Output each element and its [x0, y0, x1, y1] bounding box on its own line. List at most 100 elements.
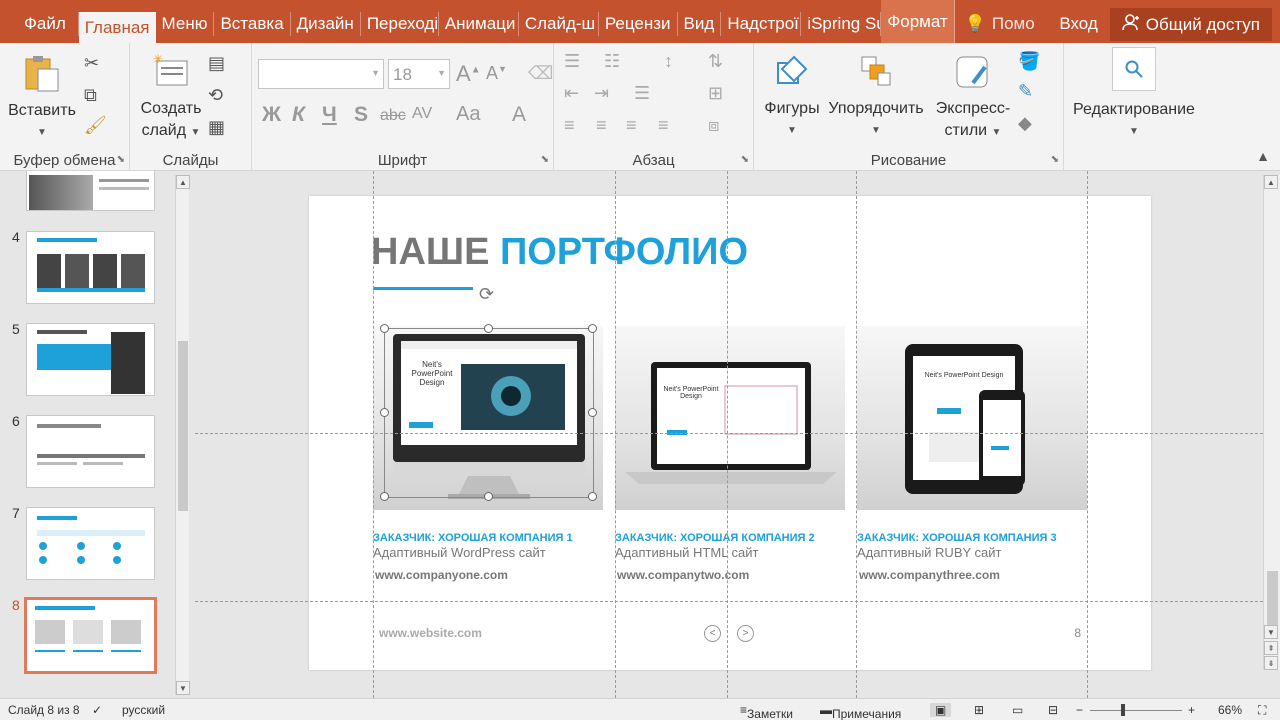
guide-vertical[interactable]	[727, 171, 728, 698]
underline-button[interactable]: Ч	[322, 103, 337, 127]
italic-button[interactable]: К	[292, 103, 305, 127]
slide-thumb-3[interactable]	[26, 171, 155, 211]
tab-transitions[interactable]: Переході	[361, 12, 439, 36]
quick-styles-button[interactable]: Экспресс- стили ▼	[930, 53, 1016, 144]
paragraph-dialog-launcher-icon[interactable]: ⬊	[741, 154, 749, 165]
notes-button[interactable]: ≡ Заметки	[740, 703, 793, 720]
line-spacing-icon[interactable]: ↕	[664, 51, 673, 72]
fit-to-window-icon[interactable]: ⛶	[1258, 703, 1266, 718]
tab-addins[interactable]: Надстрої	[721, 12, 802, 36]
tab-design[interactable]: Дизайн	[291, 12, 361, 36]
prev-slide-icon[interactable]: <	[704, 625, 721, 642]
resize-handle-l[interactable]	[380, 408, 389, 417]
scrollbar-thumb[interactable]	[178, 341, 188, 511]
site-type-3[interactable]: Адаптивный RUBY сайт	[857, 545, 1002, 560]
columns-icon[interactable]: ☰	[634, 83, 650, 104]
tab-view[interactable]: Вид	[678, 12, 722, 36]
scroll-down-arrow-icon[interactable]: ▼	[176, 681, 190, 695]
shapes-button[interactable]: Фигуры ▼	[758, 53, 826, 142]
guide-horizontal[interactable]	[195, 433, 1263, 434]
tab-ispring[interactable]: iSpring Su	[801, 12, 882, 36]
scroll-up-arrow-icon[interactable]: ▲	[176, 175, 190, 189]
shape-effects-icon[interactable]: ◆	[1018, 113, 1032, 134]
format-painter-icon[interactable]: 🖌	[84, 115, 107, 136]
font-size-input[interactable]: 18 ▼	[388, 59, 450, 89]
site-url-3[interactable]: www.companythree.com	[859, 568, 1000, 582]
grow-font-icon[interactable]: A▲	[456, 61, 481, 87]
bullets-icon[interactable]: ☰	[564, 51, 580, 72]
drawing-dialog-launcher-icon[interactable]: ⬊	[1051, 154, 1059, 165]
bold-button[interactable]: Ж	[262, 103, 281, 127]
text-direction-icon[interactable]: ⇅	[708, 51, 723, 72]
resize-handle-b[interactable]	[484, 492, 493, 501]
guide-horizontal[interactable]	[195, 601, 1263, 602]
slide-thumb-5[interactable]	[26, 323, 155, 396]
language-label[interactable]: русский	[122, 703, 165, 717]
site-url-1[interactable]: www.companyone.com	[375, 568, 508, 582]
site-type-1[interactable]: Адаптивный WordPress сайт	[373, 545, 546, 560]
zoom-slider-thumb[interactable]	[1121, 704, 1125, 716]
dialog-launcher-icon[interactable]: ⬊	[117, 154, 125, 165]
slide-title[interactable]: НАШЕ ПОРТФОЛИО	[371, 231, 748, 274]
share-button[interactable]: Общий доступ	[1109, 8, 1272, 41]
thumbnails-scrollbar[interactable]: ▲ ▼	[175, 175, 190, 695]
smartart-icon[interactable]: ⧈	[708, 115, 719, 136]
tab-animations[interactable]: Анимаци	[439, 12, 519, 36]
increase-indent-icon[interactable]: ⇥	[594, 83, 609, 104]
resize-handle-t[interactable]	[484, 324, 493, 333]
resize-handle-r[interactable]	[588, 408, 597, 417]
site-url-2[interactable]: www.companytwo.com	[617, 568, 749, 582]
layout-icon[interactable]: ▤	[208, 53, 225, 74]
resize-handle-bl[interactable]	[380, 492, 389, 501]
scroll-up-arrow-icon[interactable]: ▲	[1264, 175, 1278, 189]
tab-home[interactable]: Главная	[78, 12, 156, 43]
slideshow-icon[interactable]: ⊟	[1048, 703, 1058, 717]
zoom-out-icon[interactable]: −	[1076, 703, 1083, 717]
slide-thumb-6[interactable]	[26, 415, 155, 488]
char-spacing-button[interactable]: AV	[412, 105, 432, 123]
change-case-button[interactable]: Aa	[456, 103, 480, 126]
align-right-icon[interactable]: ≡	[626, 115, 637, 136]
client-3[interactable]: ЗАКАЗЧИК: ХОРОШАЯ КОМПАНИЯ 3	[857, 532, 1057, 544]
arrange-button[interactable]: Упорядочить ▼	[824, 53, 928, 142]
slide-thumb-7[interactable]	[26, 507, 155, 580]
slide-thumb-4[interactable]	[26, 231, 155, 304]
guide-vertical[interactable]	[373, 171, 374, 698]
clear-format-icon[interactable]: ⌫	[528, 63, 553, 84]
tab-review[interactable]: Рецензи	[599, 12, 678, 36]
font-name-input[interactable]: ▼	[258, 59, 384, 89]
prev-slide-arrow-icon[interactable]: ⇞	[1264, 641, 1278, 655]
tell-me-help[interactable]: 💡 Помо	[955, 12, 1045, 36]
shadow-button[interactable]: S	[354, 103, 368, 127]
signin-link[interactable]: Вход	[1047, 12, 1109, 36]
collapse-ribbon-icon[interactable]: ▲	[1256, 148, 1270, 164]
align-left-icon[interactable]: ≡	[564, 115, 575, 136]
copy-icon[interactable]: ⧉	[84, 85, 97, 106]
tab-file[interactable]: Файл	[0, 12, 79, 36]
resize-handle-tl[interactable]	[380, 324, 389, 333]
section-icon[interactable]: ▦	[208, 117, 225, 138]
guide-vertical[interactable]	[1087, 171, 1088, 698]
tab-menu[interactable]: Меню	[156, 12, 215, 36]
site-type-2[interactable]: Адаптивный HTML сайт	[615, 545, 759, 560]
slide-sorter-icon[interactable]: ⊞	[974, 703, 984, 717]
paste-button[interactable]: Вставить ▼	[4, 53, 80, 144]
rotate-handle-icon[interactable]: ⟳	[479, 284, 494, 305]
resize-handle-br[interactable]	[588, 492, 597, 501]
strikethrough-button[interactable]: abc	[380, 107, 406, 125]
client-2[interactable]: ЗАКАЗЧИК: ХОРОШАЯ КОМПАНИЯ 2	[615, 532, 815, 544]
scrollbar-thumb[interactable]	[1267, 571, 1278, 626]
cut-icon[interactable]: ✂	[84, 53, 99, 74]
numbering-icon[interactable]: ☷	[604, 51, 620, 72]
tab-slideshow[interactable]: Слайд-ш	[519, 12, 599, 36]
zoom-in-icon[interactable]: +	[1188, 703, 1195, 717]
comments-button[interactable]: ▬ Примечания	[820, 703, 901, 720]
zoom-level[interactable]: 66%	[1218, 703, 1242, 717]
shrink-font-icon[interactable]: A▼	[486, 63, 507, 84]
guide-vertical[interactable]	[856, 171, 857, 698]
justify-icon[interactable]: ≡	[658, 115, 669, 136]
resize-handle-tr[interactable]	[588, 324, 597, 333]
footer-website[interactable]: www.website.com	[379, 626, 482, 640]
portfolio-image-3[interactable]: Neit's PowerPoint Design	[857, 326, 1087, 510]
slide-thumb-8[interactable]	[24, 597, 157, 674]
